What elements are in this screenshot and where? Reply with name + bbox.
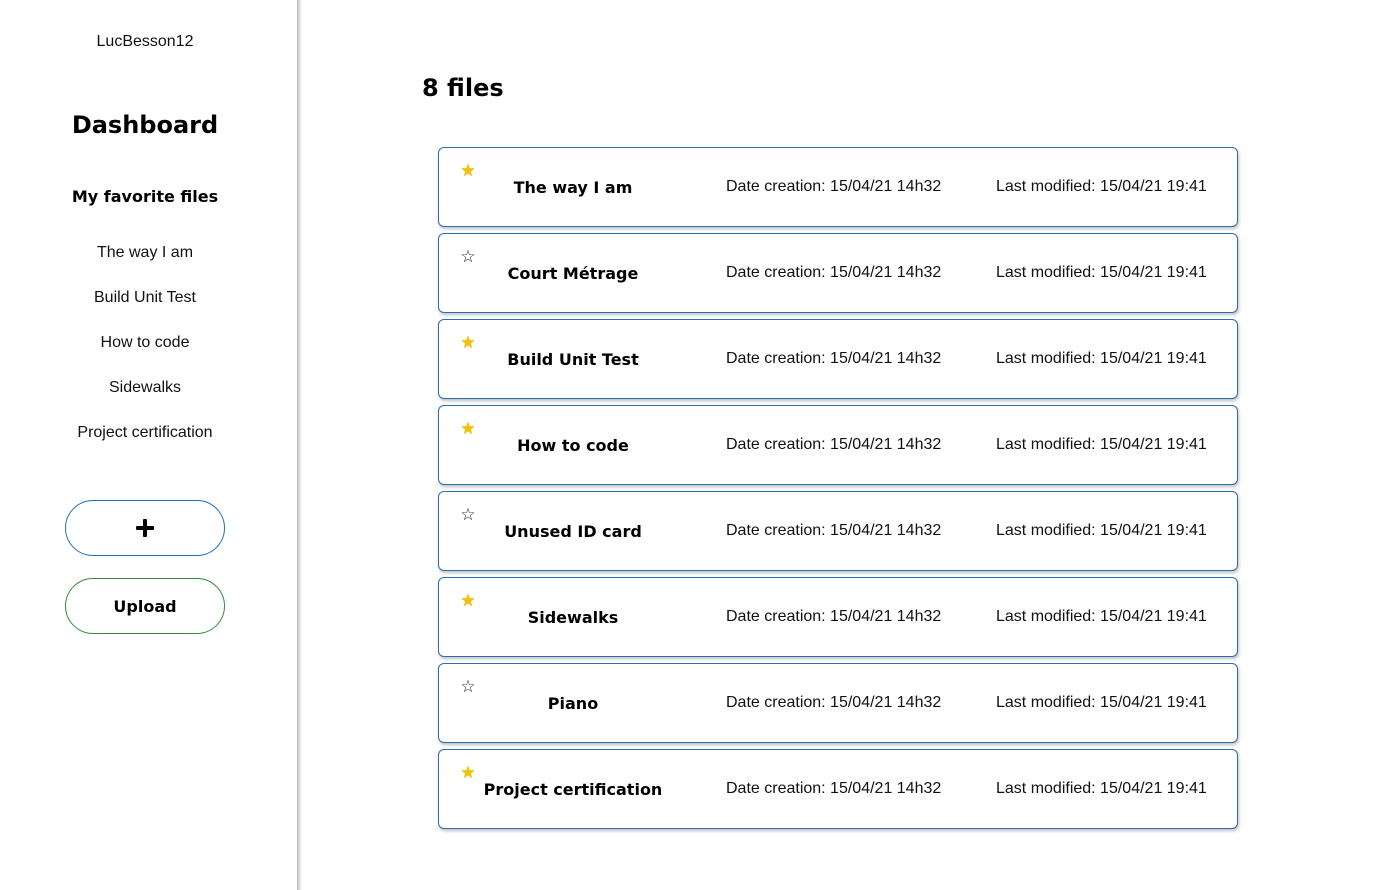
file-row[interactable]: ☆ Court Métrage Date creation: 15/04/21 …: [438, 233, 1238, 313]
file-date-created: Date creation: 15/04/21 14h32: [726, 522, 942, 539]
favorites-heading: My favorite files: [71, 187, 219, 206]
username[interactable]: LucBesson12: [0, 33, 290, 51]
file-row[interactable]: ★ Sidewalks Date creation: 15/04/21 14h3…: [438, 577, 1238, 657]
file-last-modified: Last modified: 15/04/21 19:41: [996, 178, 1207, 195]
file-name: The way I am: [513, 177, 633, 197]
favorite-item[interactable]: How to code: [0, 333, 290, 378]
add-file-button[interactable]: [65, 500, 225, 556]
file-row[interactable]: ☆ Piano Date creation: 15/04/21 14h32 La…: [438, 663, 1238, 743]
file-date-created: Date creation: 15/04/21 14h32: [726, 264, 942, 281]
upload-button[interactable]: Upload: [65, 578, 225, 634]
file-row[interactable]: ★ How to code Date creation: 15/04/21 14…: [438, 405, 1238, 485]
file-row[interactable]: ★ The way I am Date creation: 15/04/21 1…: [438, 147, 1238, 227]
file-date-created: Date creation: 15/04/21 14h32: [726, 608, 942, 625]
file-date-created: Date creation: 15/04/21 14h32: [726, 694, 942, 711]
file-name: How to code: [517, 435, 629, 455]
file-row[interactable]: ★ Project certification Date creation: 1…: [438, 749, 1238, 829]
file-date-created: Date creation: 15/04/21 14h32: [726, 436, 942, 453]
file-name: Project certification: [483, 779, 663, 799]
file-name: Sidewalks: [527, 607, 619, 627]
plus-icon: [136, 519, 154, 537]
app: LucBesson12 Dashboard My favorite files …: [0, 0, 1393, 890]
file-last-modified: Last modified: 15/04/21 19:41: [996, 436, 1207, 453]
file-name: Court Métrage: [507, 263, 639, 283]
file-date-created: Date creation: 15/04/21 14h32: [726, 780, 942, 797]
file-name: Build Unit Test: [507, 349, 639, 369]
favorites-list: The way I am Build Unit Test How to code…: [0, 243, 290, 468]
favorite-item[interactable]: Sidewalks: [0, 378, 290, 423]
upload-button-label: Upload: [113, 596, 177, 616]
file-last-modified: Last modified: 15/04/21 19:41: [996, 350, 1207, 367]
main-content: 8 files ★ The way I am Date creation: 15…: [302, 0, 1393, 890]
file-row[interactable]: ☆ Unused ID card Date creation: 15/04/21…: [438, 491, 1238, 571]
favorite-item[interactable]: The way I am: [0, 243, 290, 288]
file-date-created: Date creation: 15/04/21 14h32: [726, 350, 942, 367]
file-list: ★ The way I am Date creation: 15/04/21 1…: [438, 147, 1238, 835]
file-last-modified: Last modified: 15/04/21 19:41: [996, 608, 1207, 625]
file-name: Piano: [547, 693, 599, 713]
sidebar-title: Dashboard: [71, 111, 219, 139]
favorite-item[interactable]: Build Unit Test: [0, 288, 290, 333]
favorite-item[interactable]: Project certification: [0, 423, 290, 468]
file-last-modified: Last modified: 15/04/21 19:41: [996, 780, 1207, 797]
file-name: Unused ID card: [504, 521, 642, 541]
file-date-created: Date creation: 15/04/21 14h32: [726, 178, 942, 195]
files-count: 8 files: [422, 74, 504, 102]
file-last-modified: Last modified: 15/04/21 19:41: [996, 694, 1207, 711]
file-last-modified: Last modified: 15/04/21 19:41: [996, 522, 1207, 539]
sidebar: LucBesson12 Dashboard My favorite files …: [0, 0, 297, 890]
file-last-modified: Last modified: 15/04/21 19:41: [996, 264, 1207, 281]
file-row[interactable]: ★ Build Unit Test Date creation: 15/04/2…: [438, 319, 1238, 399]
